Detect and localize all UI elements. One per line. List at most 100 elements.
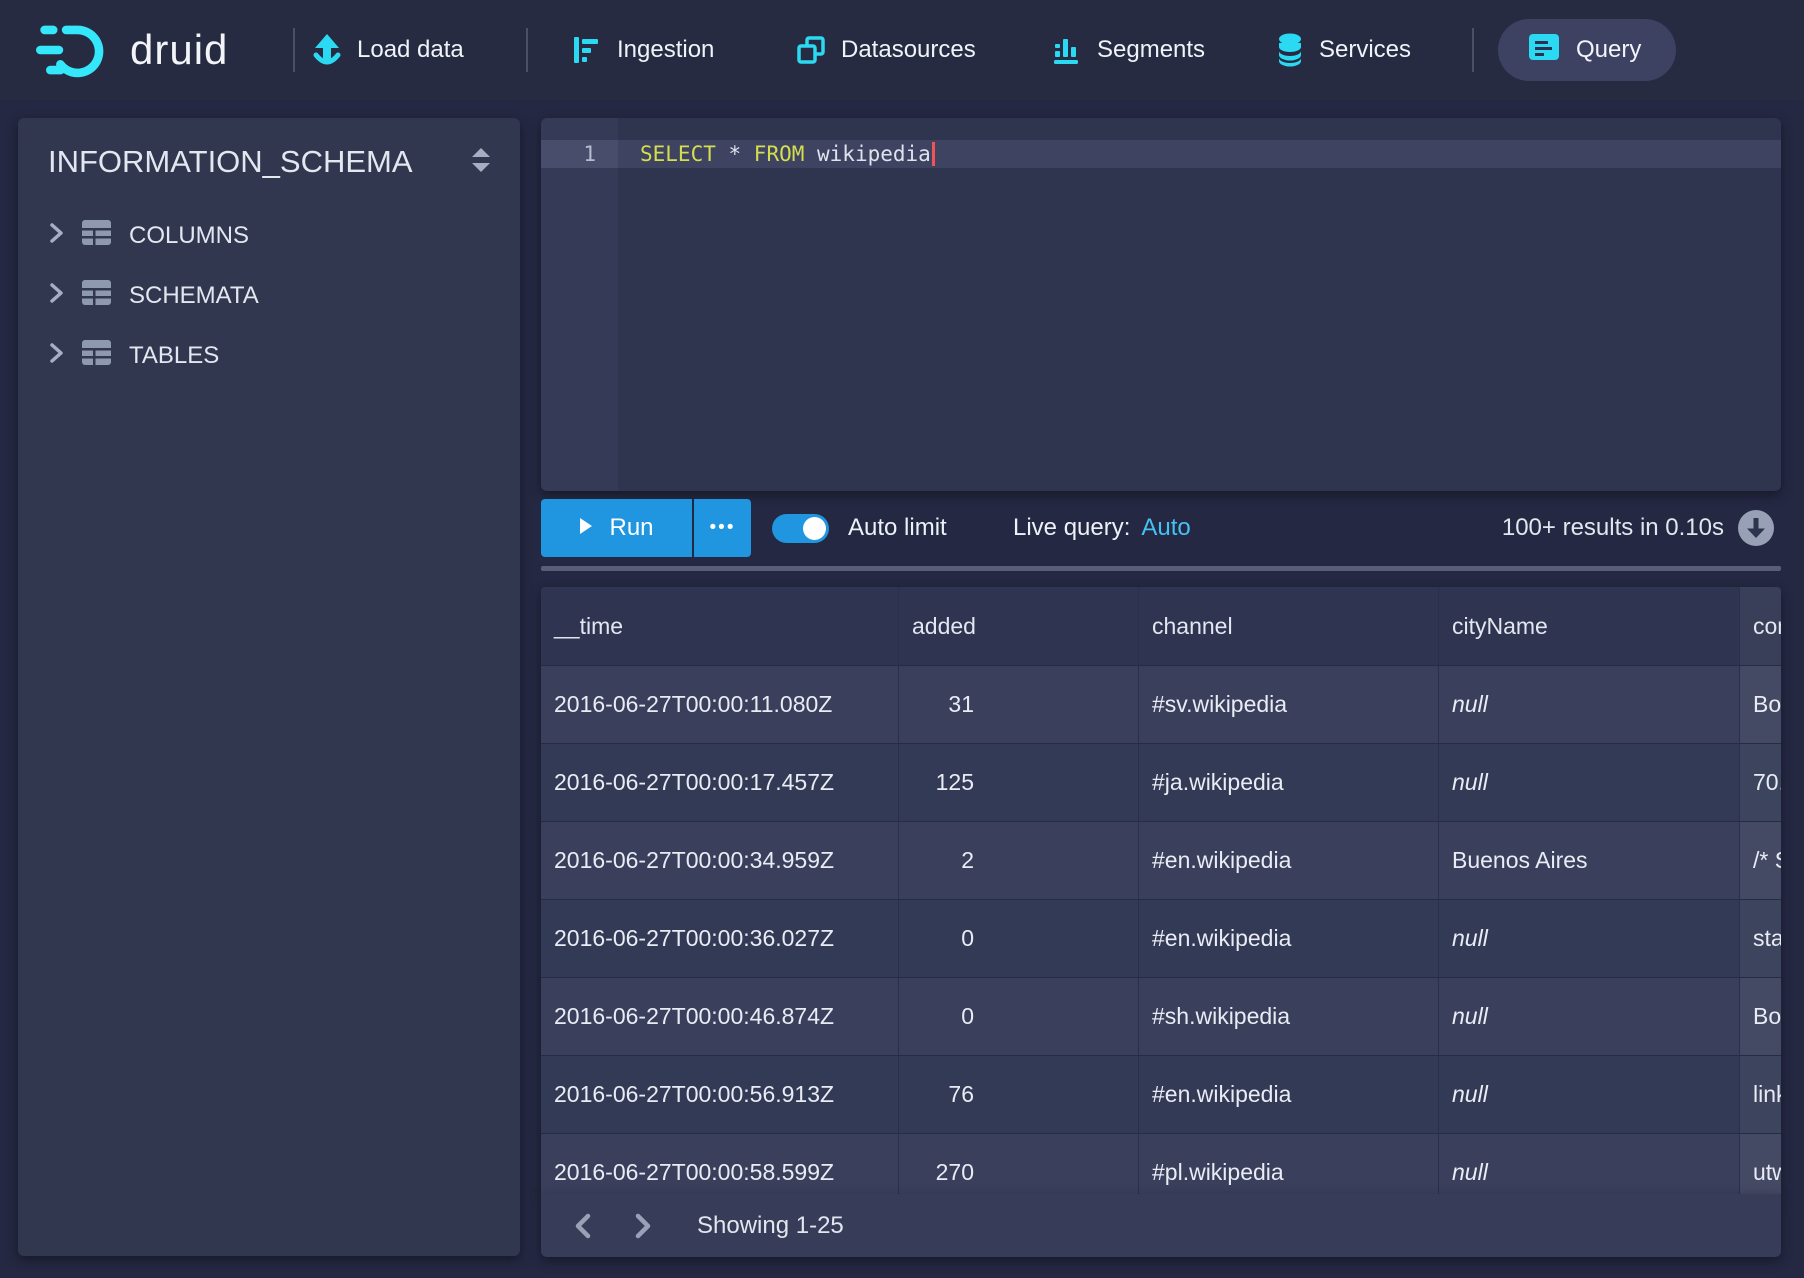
table-icon — [81, 279, 112, 313]
run-button-label: Run — [609, 514, 653, 542]
tree-item-schemata[interactable]: SCHEMATA — [18, 266, 520, 326]
load-data-icon — [312, 33, 342, 67]
run-button[interactable]: Run — [541, 499, 692, 557]
nav-item-datasources[interactable]: Datasources — [796, 0, 976, 100]
nav-divider — [1472, 28, 1474, 72]
cell-comment: Bot — [1740, 666, 1781, 743]
nav-item-services[interactable]: Services — [1276, 0, 1411, 100]
schema-tree: COLUMNS SCHEMATA — [18, 206, 520, 386]
column-header-comment[interactable]: comment — [1740, 587, 1781, 665]
services-icon — [1276, 33, 1304, 67]
cell-channel: #en.wikipedia — [1139, 1056, 1439, 1133]
download-results-button[interactable] — [1737, 509, 1775, 547]
nav-divider — [293, 28, 295, 72]
table-header-row: __time added channel cityName comment — [541, 587, 1781, 665]
cell-comment: /* S — [1740, 822, 1781, 899]
nav-item-label: Load data — [357, 36, 464, 64]
next-page-button[interactable] — [621, 1204, 665, 1248]
live-query-group: Live query: Auto — [1013, 499, 1191, 557]
nav-item-load-data[interactable]: Load data — [312, 0, 464, 100]
nav-item-label: Services — [1319, 36, 1411, 64]
column-header-time[interactable]: __time — [541, 587, 899, 665]
query-results-table: __time added channel cityName comment 20… — [541, 587, 1781, 1194]
cell-cityname: null — [1439, 744, 1740, 821]
nav-item-label: Datasources — [841, 36, 976, 64]
druid-logo-text[interactable]: druid — [130, 0, 228, 100]
nav-item-label: Ingestion — [617, 36, 714, 64]
sql-editor[interactable]: 1 SELECT * FROM wikipedia — [541, 118, 1781, 491]
toggle-knob — [803, 517, 826, 540]
editor-active-line[interactable]: 1 SELECT * FROM wikipedia — [541, 140, 1781, 168]
cell-cityname: null — [1439, 900, 1740, 977]
cell-added: 31 — [899, 666, 1139, 743]
cell-added: 2 — [899, 822, 1139, 899]
chevron-right-icon[interactable] — [48, 222, 64, 251]
results-summary-group: 100+ results in 0.10s — [1502, 499, 1775, 557]
datasources-icon — [796, 35, 826, 65]
cell-added: 270 — [899, 1134, 1139, 1194]
cell-cityname: null — [1439, 1134, 1740, 1194]
cell-time: 2016-06-27T00:00:11.080Z — [541, 666, 899, 743]
more-dots-icon: ••• — [710, 517, 736, 539]
column-header-added[interactable]: added — [899, 587, 1139, 665]
tree-item-tables[interactable]: TABLES — [18, 326, 520, 386]
line-number: 1 — [541, 140, 618, 168]
cell-added: 0 — [899, 900, 1139, 977]
nav-divider — [526, 28, 528, 72]
sql-keyword: FROM — [754, 142, 805, 166]
results-pagination-bar: Showing 1-25 — [541, 1194, 1781, 1257]
cell-comment: link — [1740, 1056, 1781, 1133]
sql-operator: * — [716, 142, 754, 166]
cell-cityname: null — [1439, 978, 1740, 1055]
druid-logo-icon[interactable] — [36, 0, 122, 100]
top-navbar: druid Load data — [0, 0, 1804, 100]
cell-time: 2016-06-27T00:00:46.874Z — [541, 978, 899, 1055]
editor-gutter — [541, 118, 618, 491]
cell-cityname: Buenos Aires — [1439, 822, 1740, 899]
sql-identifier: wikipedia — [804, 142, 930, 166]
showing-range-label: Showing 1-25 — [697, 1212, 844, 1240]
chevron-right-icon[interactable] — [48, 282, 64, 311]
cell-cityname: null — [1439, 1056, 1740, 1133]
run-more-options-button[interactable]: ••• — [694, 499, 751, 557]
tree-item-columns[interactable]: COLUMNS — [18, 206, 520, 266]
sql-code-line[interactable]: SELECT * FROM wikipedia — [618, 140, 1781, 168]
nav-item-query-active[interactable]: Query — [1498, 19, 1676, 81]
results-summary: 100+ results in 0.10s — [1502, 514, 1724, 542]
cell-added: 125 — [899, 744, 1139, 821]
column-header-channel[interactable]: channel — [1139, 587, 1439, 665]
text-cursor — [932, 142, 935, 166]
tree-item-label: TABLES — [129, 342, 219, 370]
cell-comment: sta — [1740, 900, 1781, 977]
tree-item-label: SCHEMATA — [129, 282, 259, 310]
table-icon — [81, 339, 112, 373]
table-icon — [81, 219, 112, 253]
cell-time: 2016-06-27T00:00:17.457Z — [541, 744, 899, 821]
cell-cityname: null — [1439, 666, 1740, 743]
editor-results-splitter[interactable] — [541, 566, 1781, 571]
prev-page-button[interactable] — [561, 1204, 605, 1248]
table-row: 2016-06-27T00:00:36.027Z 0 #en.wikipedia… — [541, 899, 1781, 977]
schema-title: INFORMATION_SCHEMA — [48, 144, 413, 180]
table-row: 2016-06-27T00:00:17.457Z 125 #ja.wikiped… — [541, 743, 1781, 821]
chevron-right-icon[interactable] — [48, 342, 64, 371]
cell-comment: utw — [1740, 1134, 1781, 1194]
cell-time: 2016-06-27T00:00:34.959Z — [541, 822, 899, 899]
column-header-cityname[interactable]: cityName — [1439, 587, 1740, 665]
table-row: 2016-06-27T00:00:58.599Z 270 #pl.wikiped… — [541, 1133, 1781, 1194]
nav-item-ingestion[interactable]: Ingestion — [572, 0, 714, 100]
cell-channel: #sv.wikipedia — [1139, 666, 1439, 743]
table-row: 2016-06-27T00:00:56.913Z 76 #en.wikipedi… — [541, 1055, 1781, 1133]
cell-channel: #en.wikipedia — [1139, 822, 1439, 899]
cell-channel: #ja.wikipedia — [1139, 744, 1439, 821]
nav-item-segments[interactable]: Segments — [1052, 0, 1205, 100]
schema-select-caret-icon[interactable] — [470, 146, 492, 179]
query-icon — [1528, 33, 1560, 68]
ingestion-icon — [572, 35, 602, 65]
cell-time: 2016-06-27T00:00:56.913Z — [541, 1056, 899, 1133]
auto-limit-label: Auto limit — [848, 499, 947, 557]
live-query-value[interactable]: Auto — [1141, 514, 1190, 542]
cell-channel: #sh.wikipedia — [1139, 978, 1439, 1055]
auto-limit-toggle[interactable] — [772, 514, 829, 543]
table-row: 2016-06-27T00:00:34.959Z 2 #en.wikipedia… — [541, 821, 1781, 899]
